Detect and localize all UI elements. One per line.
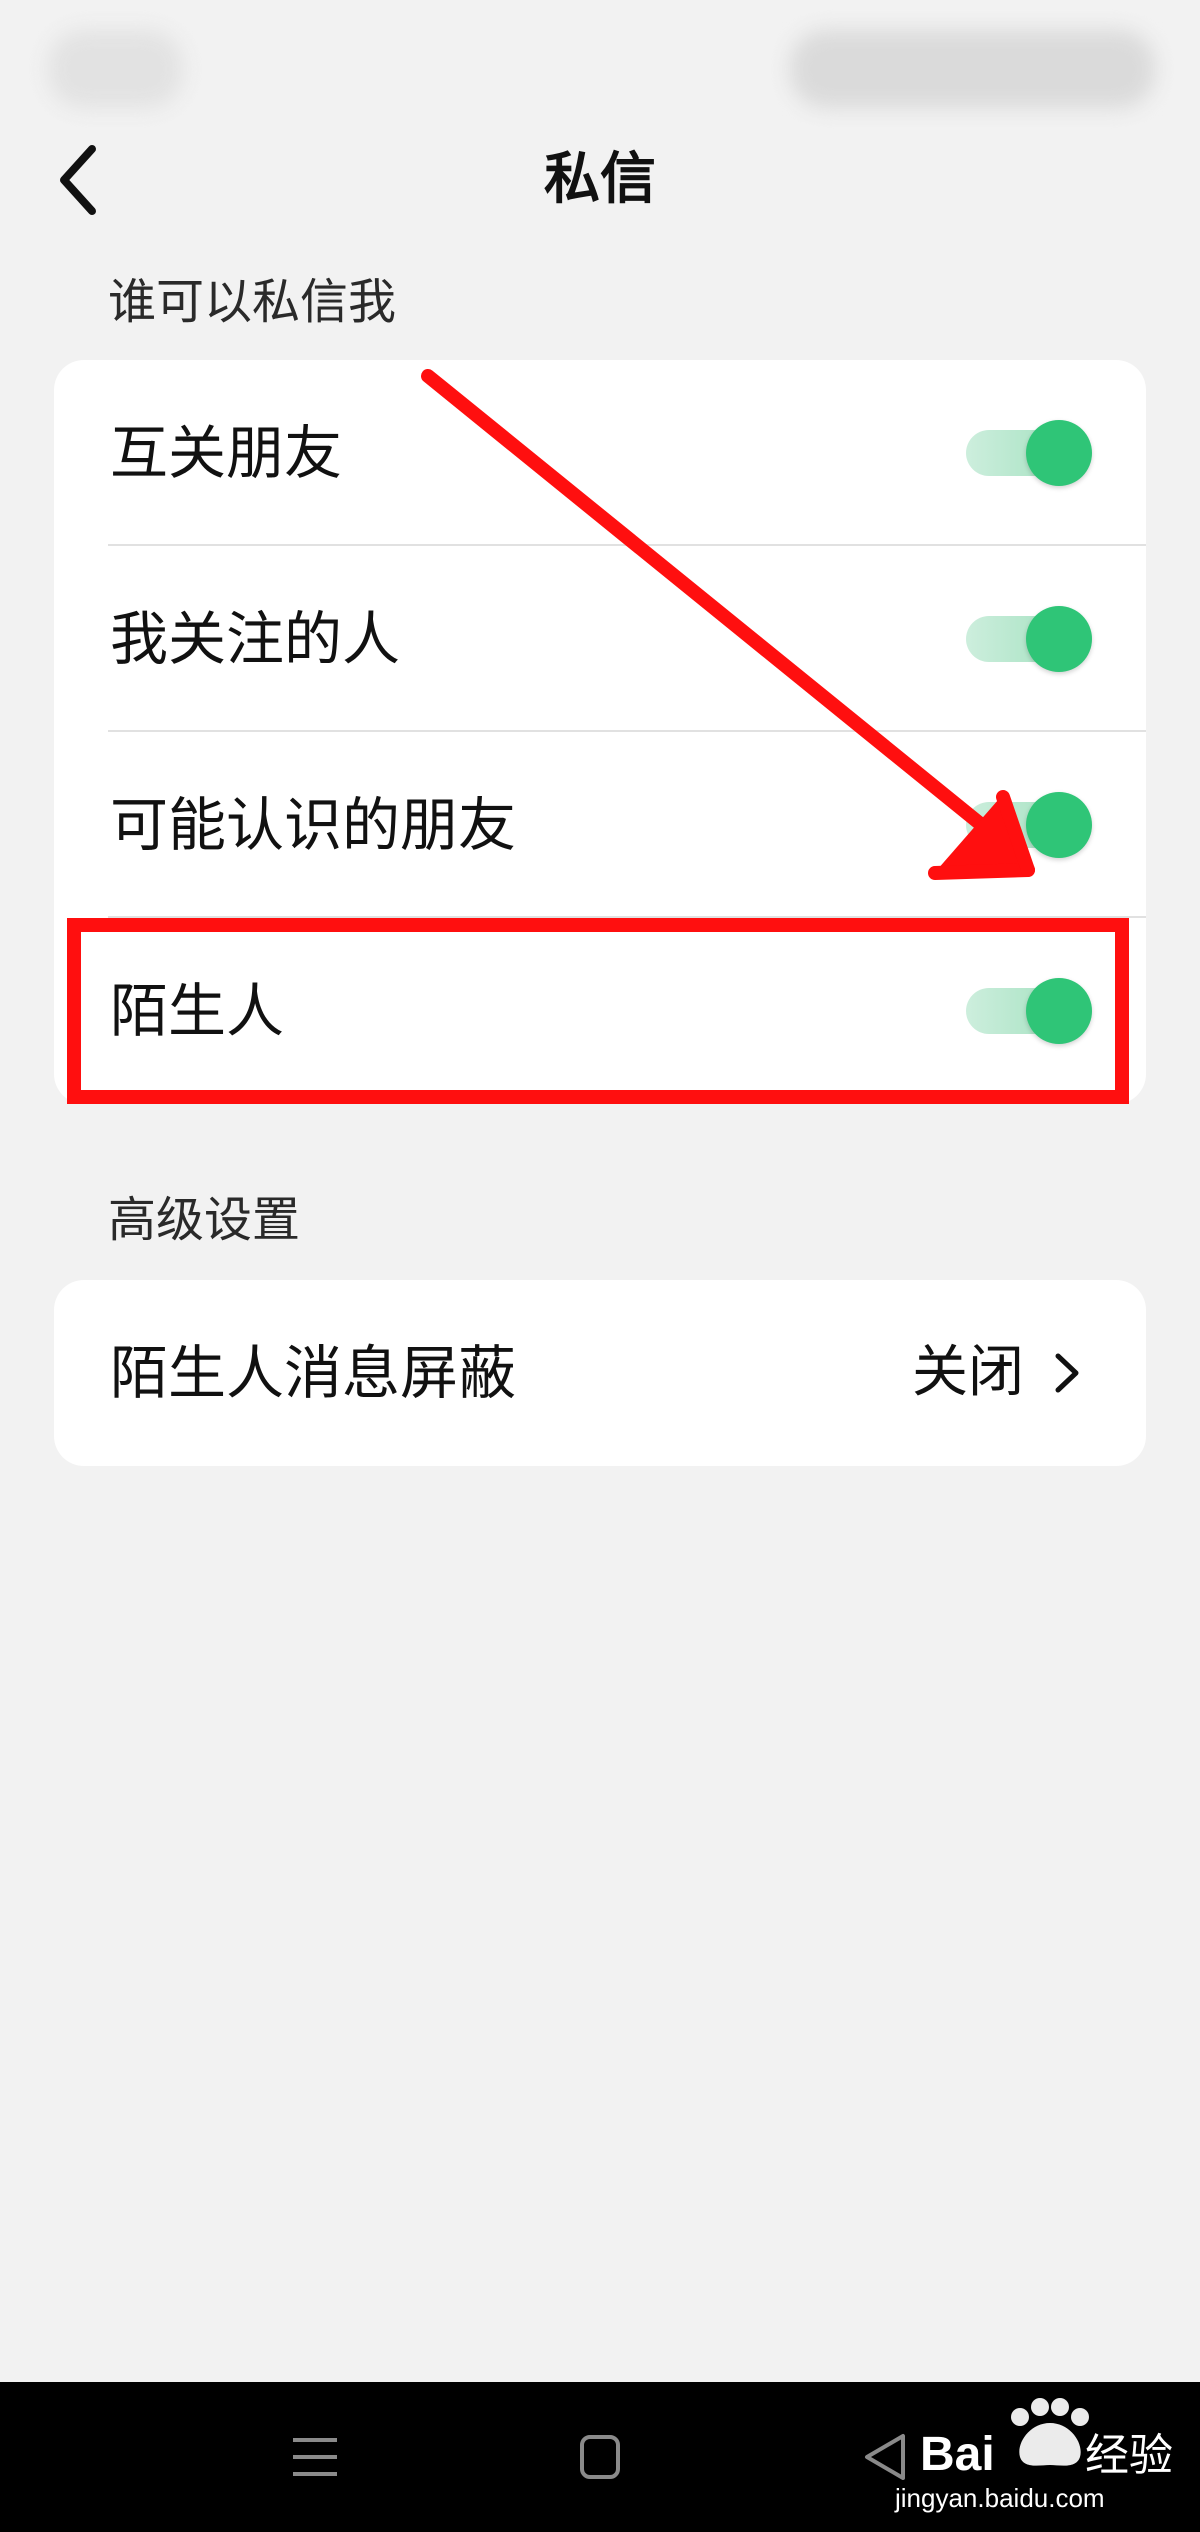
setting-row-mutual-friends[interactable]: 互关朋友 — [54, 360, 1146, 546]
privacy-toggle-card: 互关朋友 我关注的人 可能认识的朋友 陌生人 — [54, 360, 1146, 1104]
setting-label: 可能认识的朋友 — [110, 791, 517, 859]
strangers-toggle[interactable] — [966, 978, 1092, 1044]
section-header-who-can-message: 谁可以私信我 — [108, 274, 397, 330]
section-header-advanced: 高级设置 — [108, 1192, 301, 1248]
chevron-right-icon — [1055, 1353, 1079, 1393]
back-triangle-icon[interactable] — [845, 2422, 925, 2492]
status-bar-time — [48, 30, 183, 108]
setting-row-people-you-may-know[interactable]: 可能认识的朋友 — [54, 732, 1146, 918]
setting-value: 关闭 — [912, 1340, 1024, 1405]
status-bar-indicators — [790, 30, 1155, 108]
toggle-knob — [1026, 420, 1092, 486]
setting-row-strangers[interactable]: 陌生人 — [54, 918, 1146, 1104]
toggle-knob — [1026, 792, 1092, 858]
mutual-friends-toggle[interactable] — [966, 420, 1092, 486]
setting-label: 我关注的人 — [110, 605, 401, 673]
following-toggle[interactable] — [966, 606, 1092, 672]
setting-label: 陌生人 — [110, 977, 285, 1045]
setting-label: 互关朋友 — [110, 419, 343, 487]
toggle-knob — [1026, 978, 1092, 1044]
menu-icon[interactable] — [275, 2422, 355, 2492]
system-navigation-bar — [0, 2382, 1200, 2532]
setting-row-stranger-message-block[interactable]: 陌生人消息屏蔽 关闭 — [54, 1280, 1146, 1466]
setting-label: 陌生人消息屏蔽 — [110, 1339, 517, 1407]
home-icon[interactable] — [560, 2422, 640, 2492]
toggle-knob — [1026, 606, 1092, 672]
page-title: 私信 — [544, 147, 656, 212]
setting-row-following[interactable]: 我关注的人 — [54, 546, 1146, 732]
people-you-may-know-toggle[interactable] — [966, 792, 1092, 858]
advanced-settings-card: 陌生人消息屏蔽 关闭 — [54, 1280, 1146, 1466]
